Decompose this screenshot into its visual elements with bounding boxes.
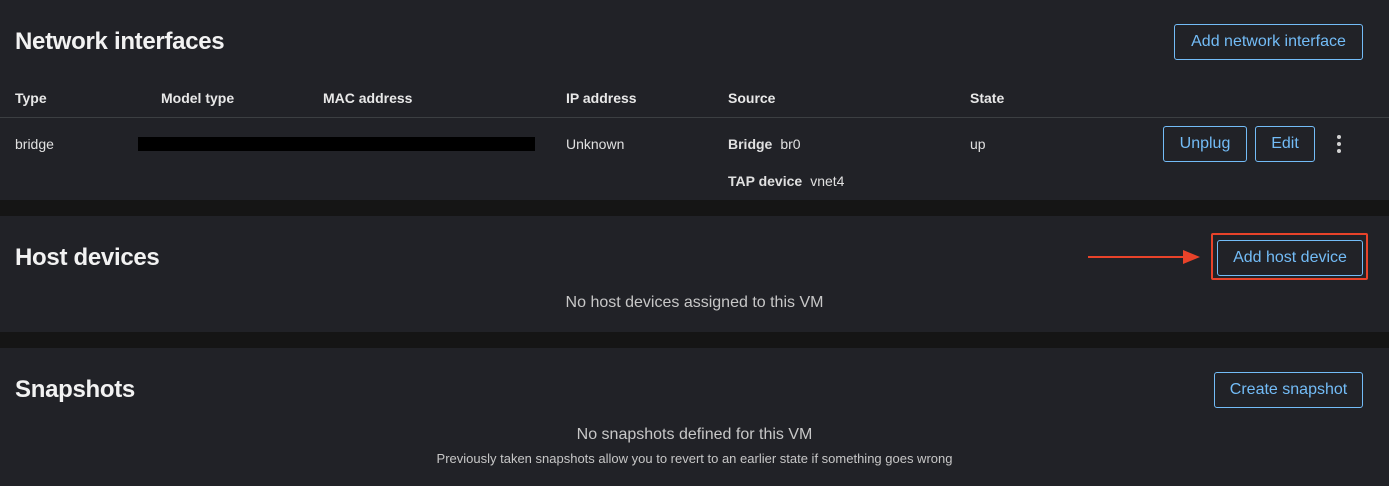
highlight-box [1211,233,1368,280]
host-devices-title: Host devices [15,244,160,271]
snapshots-empty-subtext: Previously taken snapshots allow you to … [436,451,953,466]
source-bridge-value: br0 [780,136,801,152]
source-bridge-label: Bridge [728,136,773,152]
kebab-menu-icon[interactable] [1330,132,1348,156]
network-interfaces-title: Network interfaces [15,28,225,55]
column-header-source: Source [728,90,776,106]
column-header-model-type: Model type [161,90,235,106]
source-tap-label: TAP device [728,173,803,189]
edit-button[interactable]: Edit [1255,126,1315,162]
cell-type: bridge [15,136,54,152]
snapshots-empty-text: No snapshots defined for this VM [576,426,813,443]
column-header-state: State [970,90,1005,106]
red-arrow-icon [1088,250,1200,264]
host-devices-card: Host devices Add host device No host dev… [0,216,1389,332]
add-network-interface-button[interactable]: Add network interface [1174,24,1363,60]
cell-source-bridge: Bridge br0 [728,136,801,152]
cell-ip-address: Unknown [566,136,625,152]
unplug-button[interactable]: Unplug [1163,126,1247,162]
table-header-divider [0,117,1389,118]
redacted-block [138,137,535,151]
create-snapshot-button[interactable]: Create snapshot [1214,372,1363,408]
host-devices-empty-text: No host devices assigned to this VM [565,294,824,311]
network-interfaces-card: Network interfaces Add network interface… [0,0,1389,200]
column-header-ip-address: IP address [566,90,637,106]
cell-state: up [970,136,986,152]
column-header-mac-address: MAC address [323,90,413,106]
snapshots-title: Snapshots [15,376,135,403]
cell-source-tap: TAP device vnet4 [728,173,844,189]
column-header-type: Type [15,90,47,106]
source-tap-value: vnet4 [810,173,845,189]
snapshots-card: Snapshots Create snapshot No snapshots d… [0,348,1389,486]
